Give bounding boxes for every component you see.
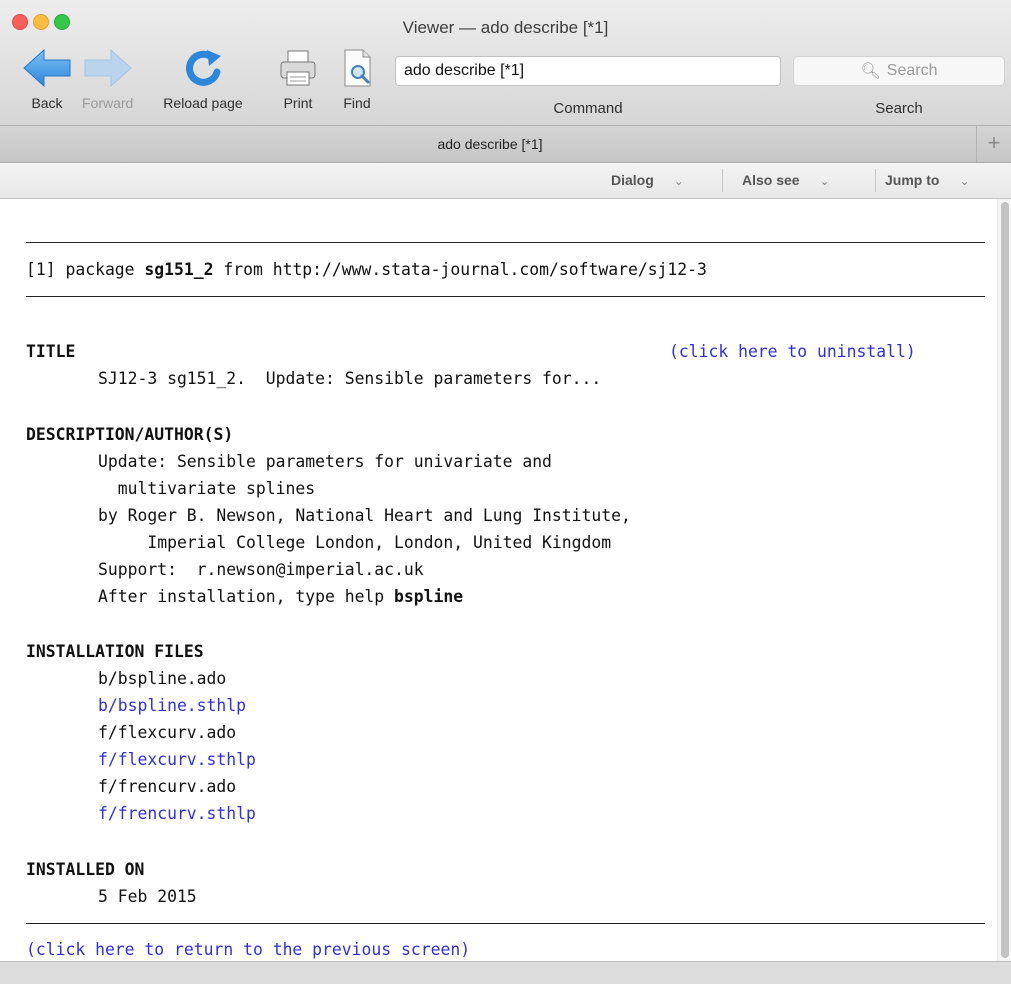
reload-icon <box>186 50 221 86</box>
command-input[interactable] <box>395 56 781 86</box>
file-item: b/bspline.ado <box>98 669 227 688</box>
title-text: SJ12-3 sg151_2. Update: Sensible paramet… <box>98 369 602 388</box>
search-label: Search <box>875 100 923 117</box>
description-line: Support: r.newson@imperial.ac.uk <box>98 560 424 579</box>
file-link[interactable]: f/flexcurv.sthlp <box>98 750 256 769</box>
description-line: Update: Sensible parameters for univaria… <box>98 452 552 471</box>
after-install-command: bspline <box>394 587 464 606</box>
forward-arrow-icon <box>84 48 132 88</box>
package-name: sg151_2 <box>144 260 214 279</box>
viewer-content: [1] package sg151_2 from http://www.stat… <box>0 199 1011 961</box>
command-label: Command <box>553 100 623 117</box>
forward-button[interactable]: Forward <box>82 48 133 111</box>
divider <box>26 296 985 297</box>
scrollbar-thumb[interactable] <box>1001 202 1009 958</box>
find-icon <box>344 49 371 87</box>
viewer-window: Viewer — ado describe [*1] Back Forward … <box>0 0 1011 984</box>
dialog-menu-label: Dialog <box>611 172 654 188</box>
tab-ado-describe[interactable]: ado describe [*1] <box>0 136 980 152</box>
menu-divider <box>875 169 876 192</box>
chevron-down-icon: ⌄ <box>819 174 830 188</box>
add-tab-button[interactable]: + <box>976 126 1011 162</box>
file-link[interactable]: f/frencurv.sthlp <box>98 804 256 823</box>
description-line: multivariate splines <box>98 479 316 498</box>
description-line: Imperial College London, London, United … <box>98 533 612 552</box>
package-source: from http://www.stata-journal.com/softwa… <box>213 260 707 279</box>
after-install-text: After installation, type help <box>98 587 395 606</box>
return-link[interactable]: (click here to return to the previous sc… <box>26 940 470 959</box>
window-title: Viewer — ado describe [*1] <box>402 18 609 37</box>
installation-files-heading: INSTALLATION FILES <box>26 642 204 661</box>
back-arrow-icon <box>23 48 71 88</box>
find-button[interactable]: Find <box>337 48 377 111</box>
status-bar <box>0 961 1011 984</box>
description-line: by Roger B. Newson, National Heart and L… <box>98 506 631 525</box>
package-line: [1] package sg151_2 from http://www.stat… <box>26 260 707 279</box>
also-see-menu-label: Also see <box>742 172 800 188</box>
printer-icon <box>280 50 316 86</box>
search-placeholder: Search <box>886 62 938 79</box>
chevron-down-icon: ⌄ <box>959 174 970 188</box>
viewer-menubar: Dialog ⌄ Also see ⌄ Jump to ⌄ <box>0 163 1011 199</box>
reload-label: Reload page <box>163 95 243 111</box>
forward-label: Forward <box>82 95 134 111</box>
menu-divider <box>722 169 723 192</box>
title-heading: TITLE <box>26 342 76 361</box>
file-item: f/flexcurv.ado <box>98 723 237 742</box>
divider <box>26 242 985 243</box>
back-label: Back <box>31 95 63 111</box>
jump-to-menu-label: Jump to <box>885 172 940 188</box>
search-input[interactable]: 🔍︎ Search <box>793 56 1005 86</box>
scrollbar[interactable] <box>997 199 1011 961</box>
search-icon: 🔍︎ <box>860 63 881 80</box>
toolbar: Viewer — ado describe [*1] Back Forward … <box>0 0 1011 126</box>
description-heading: DESCRIPTION/AUTHOR(S) <box>26 425 234 444</box>
find-label: Find <box>343 95 371 111</box>
reload-button[interactable]: Reload page <box>163 48 243 111</box>
chevron-down-icon: ⌄ <box>673 174 684 188</box>
tab-bar: ado describe [*1] + <box>0 126 1011 163</box>
print-button[interactable]: Print <box>278 48 318 111</box>
file-link[interactable]: b/bspline.sthlp <box>98 696 246 715</box>
jump-to-menu[interactable]: Jump to ⌄ <box>885 172 970 188</box>
print-label: Print <box>283 95 313 111</box>
uninstall-link[interactable]: (click here to uninstall) <box>669 342 916 361</box>
package-prefix: [1] package <box>26 260 145 279</box>
back-button[interactable]: Back <box>22 48 72 111</box>
after-install-line: After installation, type help bspline <box>98 587 463 606</box>
divider <box>26 923 985 924</box>
installed-date: 5 Feb 2015 <box>98 887 197 906</box>
also-see-menu[interactable]: Also see ⌄ <box>742 172 830 188</box>
dialog-menu[interactable]: Dialog ⌄ <box>611 172 684 188</box>
file-item: f/frencurv.ado <box>98 777 237 796</box>
installed-on-heading: INSTALLED ON <box>26 860 145 879</box>
